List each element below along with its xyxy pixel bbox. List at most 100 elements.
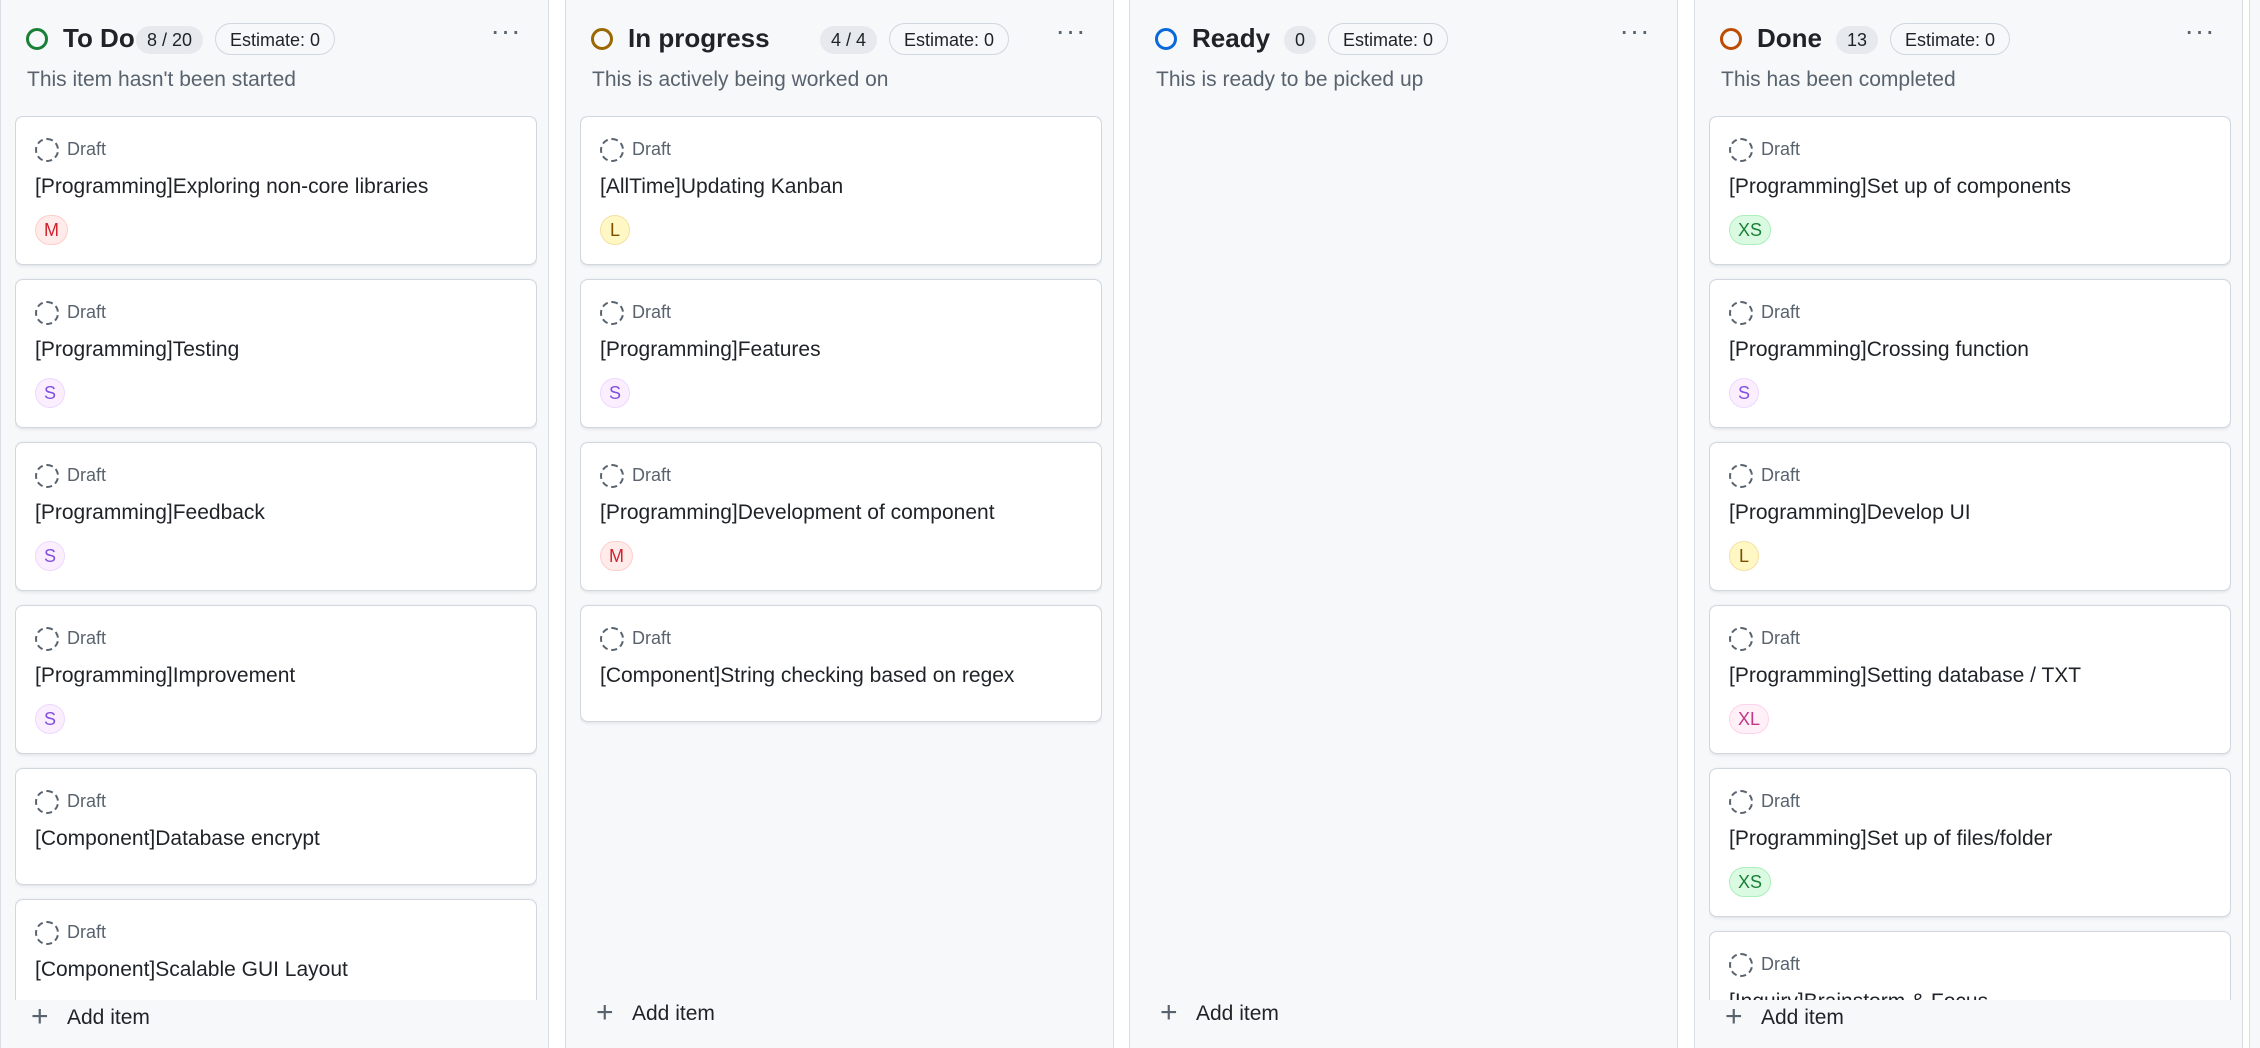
item-title[interactable]: [Programming]Development of component <box>600 501 995 525</box>
estimate-badge: Estimate: 0 <box>1328 23 1449 55</box>
item-title[interactable]: [Component]String checking based on rege… <box>600 664 1014 688</box>
column-description: This is ready to be picked up <box>1156 68 1424 91</box>
item-title[interactable]: [AllTime]Updating Kanban <box>600 175 843 199</box>
item-card[interactable]: Draft [Component]String checking based on… <box>580 605 1102 722</box>
column-menu-button[interactable]: ··· <box>1615 17 1655 52</box>
column-header: In progress 4 / 4 Estimate: 0 ··· <box>566 17 1113 58</box>
item-card[interactable]: Draft [AllTime]Updating Kanban L <box>580 116 1102 265</box>
item-card[interactable]: Draft [Component]Database encrypt <box>15 768 537 885</box>
item-title[interactable]: [Component]Database encrypt <box>35 827 320 851</box>
item-card[interactable]: Draft [Programming]Develop UI L <box>1709 442 2231 591</box>
item-card[interactable]: Draft [Programming]Features S <box>580 279 1102 428</box>
draft-label: Draft <box>67 465 107 485</box>
draft-icon <box>600 464 624 488</box>
draft-icon <box>35 138 59 162</box>
card-list[interactable]: Draft [Programming]Exploring non-core lib… <box>15 116 537 1000</box>
item-title[interactable]: [Inquiry]Brainstorm & Focus <box>1729 990 1988 1000</box>
size-label: L <box>600 215 630 245</box>
column-menu-button[interactable]: ··· <box>2180 17 2220 52</box>
item-title[interactable]: [Programming]Exploring non-core librarie… <box>35 175 428 199</box>
item-title[interactable]: [Programming]Feedback <box>35 501 265 525</box>
add-item-label: Add item <box>1196 1002 1279 1025</box>
item-card[interactable]: Draft [Inquiry]Brainstorm & Focus <box>1709 931 2231 1000</box>
add-item-label: Add item <box>632 1002 715 1025</box>
size-label: XL <box>1729 704 1770 734</box>
draft-icon <box>1729 138 1753 162</box>
size-label: XS <box>1729 215 1772 245</box>
column-title: In progress <box>628 23 770 53</box>
column-description: This item hasn't been started <box>27 68 296 91</box>
plus-icon: + <box>31 1000 49 1033</box>
add-item-label: Add item <box>67 1006 150 1029</box>
item-title[interactable]: [Programming]Develop UI <box>1729 501 1971 525</box>
size-label: M <box>600 541 633 571</box>
item-count-badge: 8 / 20 <box>136 26 204 54</box>
item-card[interactable]: Draft [Programming]Development of compone… <box>580 442 1102 591</box>
draft-icon <box>600 627 624 651</box>
estimate-badge: Estimate: 0 <box>215 23 336 55</box>
draft-icon <box>600 301 624 325</box>
item-card[interactable]: Draft [Programming]Testing S <box>15 279 537 428</box>
draft-icon <box>1729 953 1753 977</box>
estimate-badge: Estimate: 0 <box>889 23 1010 55</box>
plus-icon: + <box>596 996 614 1029</box>
column-done: Done 13 Estimate: 0 ··· This has been comple… <box>1694 0 2243 1048</box>
item-title[interactable]: [Programming]Crossing function <box>1729 338 2029 362</box>
item-card[interactable]: Draft [Programming]Crossing function S <box>1709 279 2231 428</box>
item-title[interactable]: [Programming]Set up of components <box>1729 175 2071 199</box>
draft-icon <box>35 301 59 325</box>
draft-label: Draft <box>67 922 107 942</box>
draft-label: Draft <box>632 302 672 322</box>
draft-label: Draft <box>1761 139 1801 159</box>
draft-label: Draft <box>632 139 672 159</box>
draft-label: Draft <box>632 465 672 485</box>
draft-icon <box>35 921 59 945</box>
item-card[interactable]: Draft [Programming]Set up of files/folder… <box>1709 768 2231 917</box>
draft-icon <box>35 627 59 651</box>
column-title: To Do <box>63 23 135 53</box>
draft-label: Draft <box>1761 302 1801 322</box>
card-list[interactable] <box>1144 116 1666 1000</box>
draft-icon <box>1729 464 1753 488</box>
item-title[interactable]: [Programming]Features <box>600 338 821 362</box>
draft-label: Draft <box>632 628 672 648</box>
draft-icon <box>1729 627 1753 651</box>
size-label: S <box>35 378 66 408</box>
status-circle-icon <box>1720 28 1742 50</box>
draft-label: Draft <box>67 302 107 322</box>
item-card[interactable]: Draft [Programming]Feedback S <box>15 442 537 591</box>
draft-label: Draft <box>67 628 107 648</box>
column-title: Done <box>1757 23 1822 53</box>
item-card[interactable]: Draft [Programming]Exploring non-core lib… <box>15 116 537 265</box>
draft-icon <box>600 138 624 162</box>
item-title[interactable]: [Component]Scalable GUI Layout <box>35 958 348 982</box>
card-list[interactable]: Draft [AllTime]Updating Kanban L Draft [Prog… <box>580 116 1102 1000</box>
item-card[interactable]: Draft [Component]Scalable GUI Layout <box>15 899 537 1000</box>
column-description: This has been completed <box>1721 68 1956 91</box>
item-title[interactable]: [Programming]Improvement <box>35 664 295 688</box>
column-ready: Ready 0 Estimate: 0 ··· This is ready to be … <box>1129 0 1678 1048</box>
column-menu-button[interactable]: ··· <box>486 17 526 52</box>
item-title[interactable]: [Programming]Testing <box>35 338 239 362</box>
status-circle-icon <box>1155 28 1177 50</box>
card-list[interactable]: Draft [Programming]Set up of components XS… <box>1709 116 2231 1000</box>
item-card[interactable]: Draft [Programming]Improvement S <box>15 605 537 754</box>
column-menu-button[interactable]: ··· <box>1051 17 1091 52</box>
project-board: To Do 8 / 20 Estimate: 0 ··· This item hasn'… <box>0 0 2260 1048</box>
column-header: To Do 8 / 20 Estimate: 0 ··· <box>1 17 548 58</box>
size-label: S <box>1729 378 1760 408</box>
column-description: This is actively being worked on <box>592 68 889 91</box>
draft-label: Draft <box>1761 954 1801 974</box>
size-label: XS <box>1729 867 1772 897</box>
item-title[interactable]: [Programming]Set up of files/folder <box>1729 827 2052 851</box>
item-title[interactable]: [Programming]Setting database / TXT <box>1729 664 2081 688</box>
draft-icon <box>1729 790 1753 814</box>
draft-icon <box>35 464 59 488</box>
estimate-badge: Estimate: 0 <box>1890 23 2011 55</box>
next-column-edge <box>2249 0 2260 1048</box>
plus-icon: + <box>1160 996 1178 1029</box>
item-card[interactable]: Draft [Programming]Set up of components XS <box>1709 116 2231 265</box>
size-label: M <box>35 215 68 245</box>
column-title: Ready <box>1192 23 1271 53</box>
item-card[interactable]: Draft [Programming]Setting database / TXT… <box>1709 605 2231 754</box>
